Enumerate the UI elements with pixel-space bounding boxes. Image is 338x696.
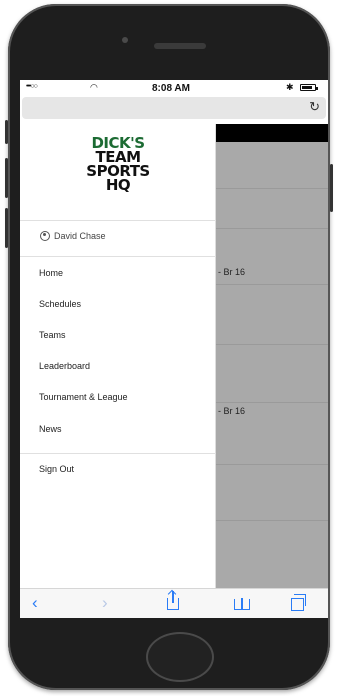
user-name: David Chase — [54, 231, 106, 241]
menu-item-tournament-league[interactable]: Tournament & League — [20, 388, 216, 406]
row-divider — [216, 344, 328, 345]
row-divider — [216, 520, 328, 521]
reload-icon[interactable]: ↻ — [309, 99, 320, 115]
wifi-icon: ◠ — [90, 82, 98, 92]
front-camera — [122, 37, 128, 43]
row-divider — [216, 228, 328, 229]
home-button[interactable] — [146, 632, 214, 682]
menu-item-home[interactable]: Home — [20, 264, 216, 282]
row-divider — [216, 402, 328, 403]
background-snippet: - Br 16 — [218, 267, 246, 277]
power-button — [330, 164, 333, 212]
status-time: 8:08 AM — [152, 83, 190, 94]
tabs-icon[interactable] — [291, 594, 306, 611]
divider — [20, 453, 216, 454]
row-divider — [216, 284, 328, 285]
forward-chevron-icon[interactable]: › — [102, 593, 108, 613]
row-divider — [216, 464, 328, 465]
menu-item-news[interactable]: News — [20, 420, 216, 438]
page-overlay[interactable]: - Br 16 - Br 16 — [216, 124, 328, 588]
page-header-bar — [216, 124, 328, 142]
bluetooth-icon: ✱ — [286, 82, 294, 92]
menu-item-schedules[interactable]: Schedules — [20, 295, 216, 313]
volume-down-button — [5, 208, 8, 248]
menu-item-teams[interactable]: Teams — [20, 326, 216, 344]
volume-up-button — [5, 158, 8, 198]
sign-out-button[interactable]: Sign Out — [20, 460, 216, 478]
nav-drawer: DICK'S TEAM SPORTS HQ David Chase Home S… — [20, 124, 216, 588]
phone-screen: •••○○ ◠ 8:08 AM ✱ ↻ - Br 16 - Br 16 DICK… — [20, 80, 328, 618]
address-bar[interactable]: ↻ — [22, 97, 326, 119]
signal-indicator: •••○○ — [26, 83, 38, 90]
dicks-team-sports-hq-logo: DICK'S TEAM SPORTS HQ — [78, 136, 158, 194]
user-icon — [40, 231, 50, 241]
mute-switch — [5, 120, 8, 144]
background-snippet: - Br 16 — [218, 406, 246, 416]
logo-line: HQ — [105, 176, 131, 194]
menu-item-leaderboard[interactable]: Leaderboard — [20, 357, 216, 375]
divider — [20, 256, 216, 257]
battery-icon — [300, 84, 318, 91]
row-divider — [216, 188, 328, 189]
browser-toolbar: ‹ › — [20, 588, 328, 618]
back-chevron-icon[interactable]: ‹ — [32, 593, 38, 613]
earpiece-speaker — [154, 43, 206, 49]
status-bar: •••○○ ◠ 8:08 AM ✱ — [20, 80, 328, 96]
bookmarks-icon[interactable] — [234, 598, 250, 610]
divider — [20, 220, 216, 221]
share-icon[interactable] — [167, 591, 179, 610]
